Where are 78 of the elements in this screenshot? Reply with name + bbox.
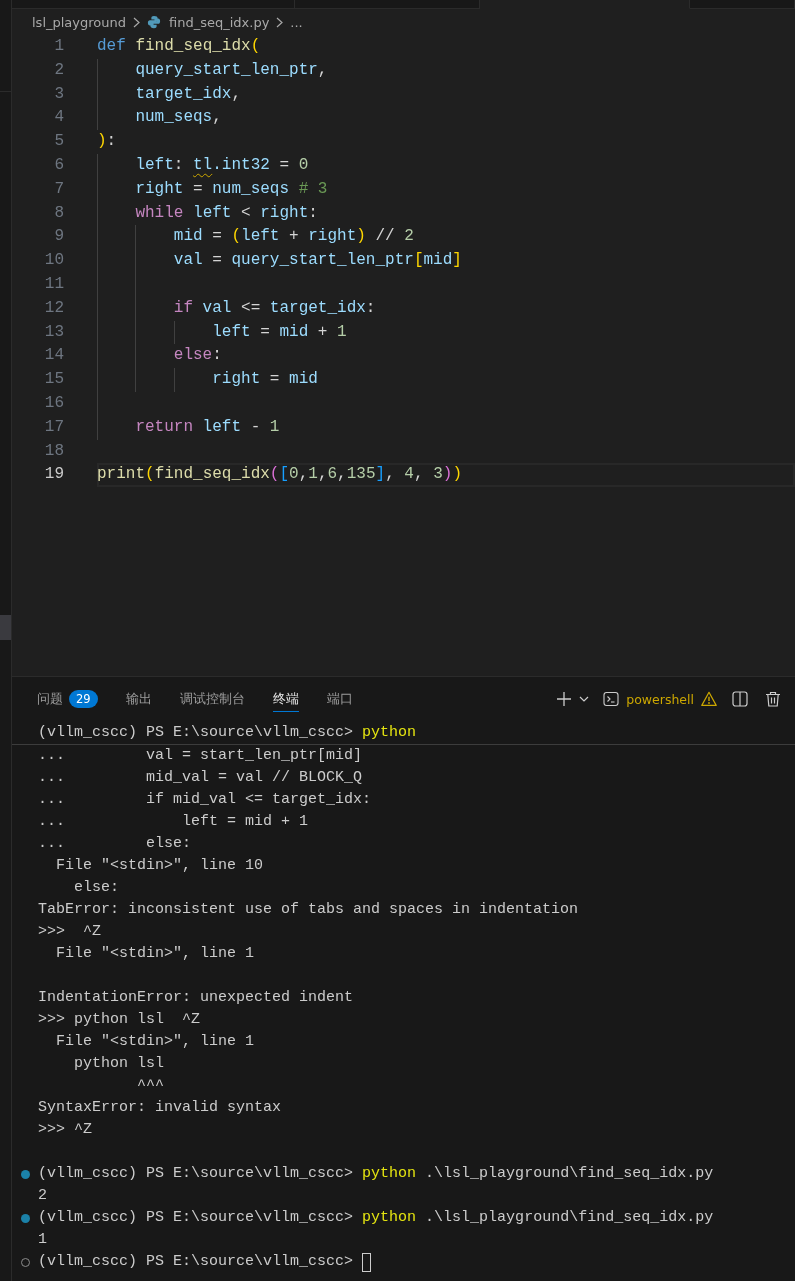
terminal-line: (vllm_cscc) PS E:\source\vllm_cscc> python .\lsl_playground\find_seq_idx.py bbox=[38, 1208, 714, 1228]
code-line: right = num_seqs # 3 bbox=[135, 179, 328, 198]
terminal-line: SyntaxError: invalid syntax bbox=[38, 1098, 282, 1118]
terminal-line: (vllm_cscc) PS E:\source\vllm_cscc> bbox=[38, 1252, 354, 1272]
terminal-line: TabError: inconsistent use of tabs and spaces in indentation bbox=[38, 900, 579, 920]
code-line: return left - 1 bbox=[135, 417, 280, 436]
panel-tab[interactable]: 问题 29 bbox=[37, 686, 98, 712]
code-line: target_idx, bbox=[135, 84, 242, 103]
terminal-line: >>> ^Z bbox=[38, 922, 101, 942]
chevron-down-icon[interactable] bbox=[579, 696, 590, 702]
line-number: 13 bbox=[44, 321, 64, 343]
code-line: while left < right: bbox=[135, 203, 318, 222]
panel-tab[interactable]: 调试控制台 bbox=[179, 686, 245, 712]
terminal-line: File "<stdin>", line 10 bbox=[56, 856, 264, 876]
line-number: 5 bbox=[54, 131, 64, 153]
terminal-line: ... val = start_len_ptr[mid] bbox=[38, 746, 363, 766]
chevron-right-icon bbox=[276, 16, 284, 28]
count-badge: 29 bbox=[69, 690, 98, 708]
line-number: 8 bbox=[54, 202, 64, 224]
code-line: right = mid bbox=[212, 370, 318, 389]
terminal-line: (vllm_cscc) PS E:\source\vllm_cscc> python bbox=[38, 723, 417, 743]
terminal-line: File "<stdin>", line 1 bbox=[56, 944, 255, 964]
line-number: 9 bbox=[54, 226, 64, 248]
terminal-icon bbox=[603, 691, 620, 707]
line-number: 12 bbox=[44, 297, 64, 319]
chevron-right-icon bbox=[133, 16, 140, 28]
python-icon bbox=[147, 15, 161, 29]
line-number: 14 bbox=[44, 345, 64, 367]
terminal-line: (vllm_cscc) PS E:\source\vllm_cscc> python .\lsl_playground\find_seq_idx.py bbox=[38, 1164, 714, 1184]
terminal-line: ^^^ bbox=[137, 1076, 165, 1096]
terminal-line: ... else: bbox=[38, 834, 192, 854]
status-dot-icon[interactable] bbox=[20, 1213, 30, 1223]
panel-tab[interactable]: 输出 bbox=[125, 686, 152, 712]
terminal-line: python lsl bbox=[74, 1054, 165, 1074]
line-number: 3 bbox=[54, 83, 64, 105]
terminal-line: 1 bbox=[38, 1230, 47, 1250]
line-number: 11 bbox=[44, 273, 64, 295]
line-number: 18 bbox=[44, 440, 64, 462]
code-line: ): bbox=[97, 132, 117, 151]
terminal-line: ... mid_val = val // BLOCK_Q bbox=[38, 768, 363, 788]
line-number: 15 bbox=[44, 369, 64, 391]
line-number: 7 bbox=[54, 178, 64, 200]
line-number: 6 bbox=[54, 155, 64, 176]
terminal-line: >>> python lsl ^Z bbox=[38, 1010, 201, 1030]
code-line: val = query_start_len_ptr[mid] bbox=[173, 251, 462, 270]
code-line: left: tl.int32 = 0 bbox=[135, 156, 309, 174]
panel-tab[interactable]: 终端 bbox=[272, 686, 299, 712]
trash-icon[interactable] bbox=[765, 691, 781, 707]
line-number: 4 bbox=[54, 107, 64, 129]
terminal-line: 2 bbox=[38, 1186, 47, 1206]
line-number: 1 bbox=[54, 36, 64, 57]
terminal-line: ... if mid_val <= target_idx: bbox=[38, 790, 372, 810]
plus-icon[interactable] bbox=[556, 691, 573, 707]
terminal-line: else: bbox=[74, 878, 120, 898]
breadcrumb-item[interactable]: ... bbox=[290, 14, 303, 30]
status-dot-icon[interactable] bbox=[20, 1169, 30, 1179]
breadcrumb-item[interactable]: find_seq_idx.py bbox=[147, 14, 270, 30]
line-number: 2 bbox=[54, 59, 64, 81]
code-line: def find_seq_idx( bbox=[97, 37, 261, 55]
line-number: 10 bbox=[44, 250, 64, 272]
panel-tab[interactable]: 端口 bbox=[326, 686, 353, 712]
code-line: print(find_seq_idx([0,1,6,135], 4, 3)) bbox=[97, 465, 462, 484]
code-line: mid = (left + right) // 2 bbox=[173, 227, 414, 246]
breadcrumb-item[interactable]: lsl_playground bbox=[32, 14, 126, 30]
terminal-line: File "<stdin>", line 1 bbox=[56, 1032, 255, 1052]
terminal-tab[interactable]: powershell bbox=[603, 691, 717, 707]
terminal-line: >>> ^Z bbox=[38, 1120, 92, 1140]
terminal-line: IndentationError: unexpected indent bbox=[38, 988, 354, 1008]
code-line: query_start_len_ptr, bbox=[135, 60, 328, 79]
terminal-line: ... left = mid + 1 bbox=[38, 812, 309, 832]
line-number: 17 bbox=[44, 416, 64, 438]
split-icon[interactable] bbox=[732, 691, 748, 707]
code-line: else: bbox=[173, 346, 222, 365]
code-line: left = mid + 1 bbox=[212, 322, 347, 341]
line-number: 19 bbox=[44, 464, 64, 486]
code-line: if val <= target_idx: bbox=[173, 298, 376, 317]
code-line: num_seqs, bbox=[135, 108, 222, 127]
line-number: 16 bbox=[44, 392, 64, 414]
